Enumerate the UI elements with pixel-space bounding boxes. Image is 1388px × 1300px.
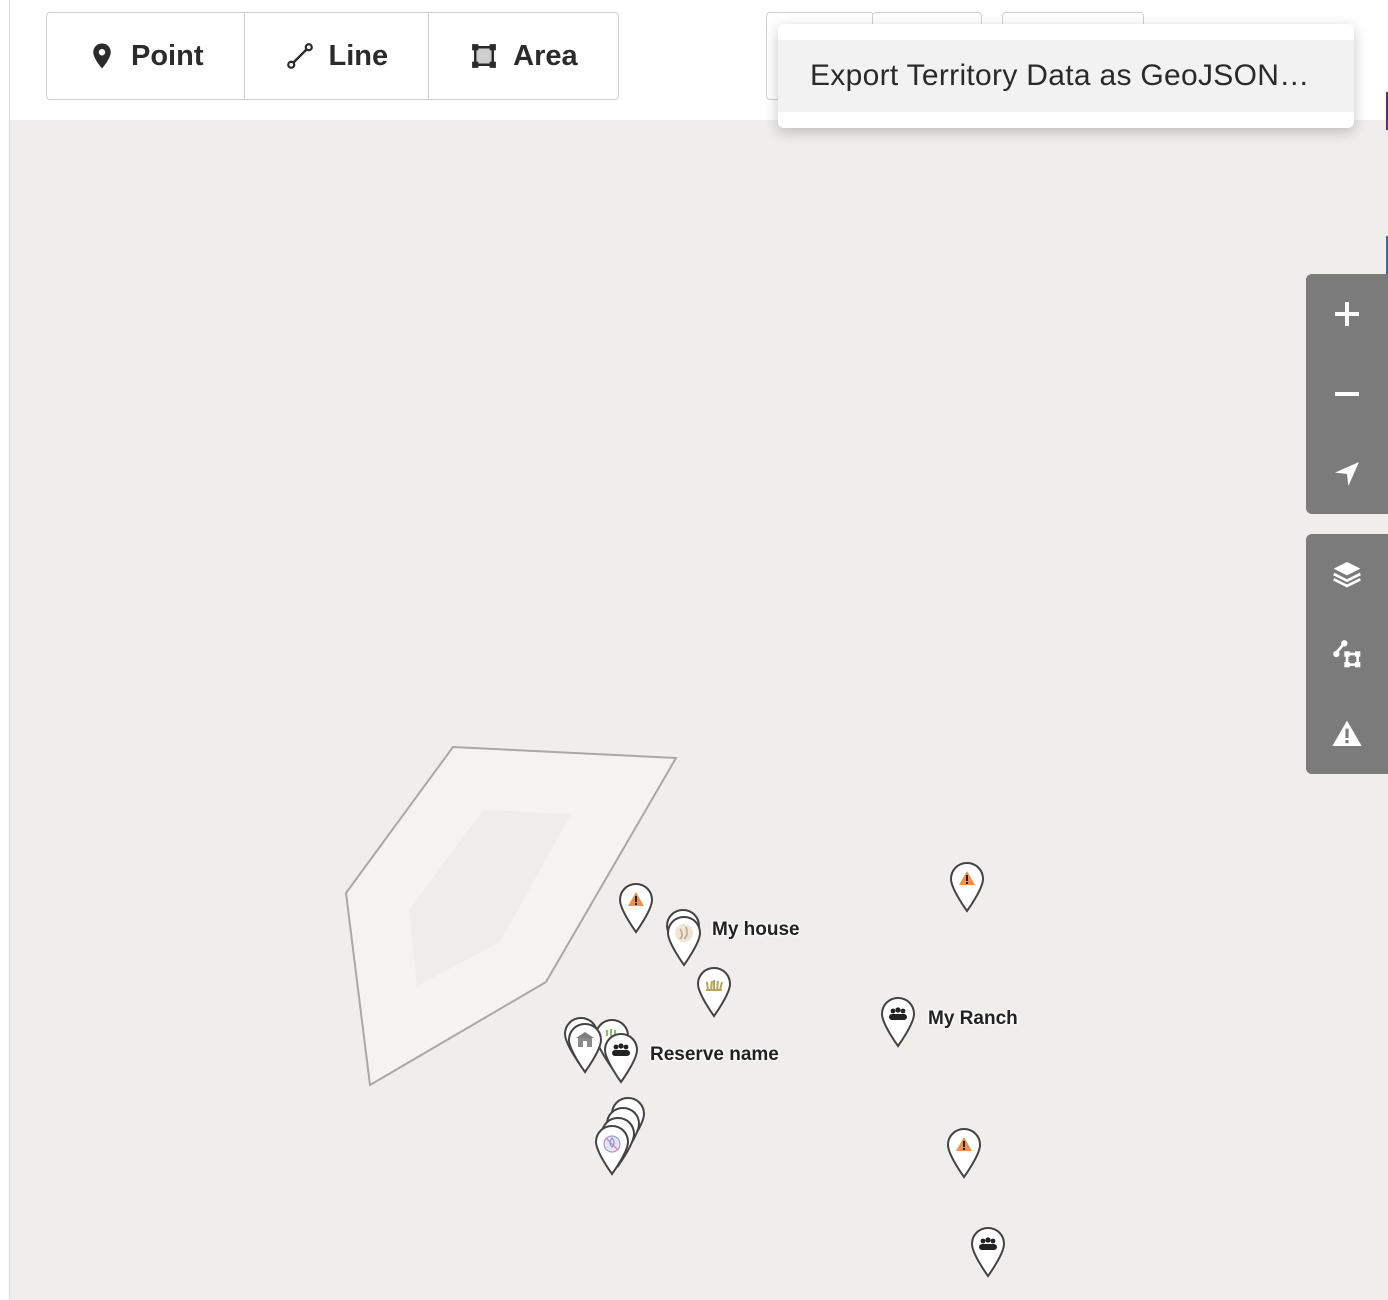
water-marker[interactable]: [593, 1124, 631, 1176]
draw-tool-icon: [1333, 640, 1361, 668]
zoom-out-icon: [1335, 392, 1359, 396]
alert-icon: [1332, 720, 1362, 746]
zoom-in-icon: [1335, 302, 1359, 326]
line-tool-label: Line: [328, 39, 389, 72]
hazard-marker[interactable]: [617, 882, 655, 934]
hazard-marker-3[interactable]: [945, 1127, 983, 1179]
marker-label-my-ranch: My Ranch: [928, 1008, 1018, 1029]
locate-icon: [1335, 462, 1359, 486]
locate-button[interactable]: [1306, 434, 1388, 514]
draw-tool-button[interactable]: [1306, 614, 1388, 694]
point-tool-button[interactable]: Point: [47, 13, 244, 99]
draw-tools-group: Point Line Area: [46, 12, 619, 100]
layers-button[interactable]: [1306, 534, 1388, 614]
marker-label-reserve-name: Reserve name: [650, 1044, 779, 1065]
map-tool-controls: [1306, 534, 1388, 774]
area-tool-button[interactable]: Area: [428, 13, 618, 99]
house-marker[interactable]: [665, 915, 703, 967]
zoom-in-button[interactable]: [1306, 274, 1388, 354]
area-tool-label: Area: [513, 39, 578, 72]
hazard-marker-2[interactable]: [948, 861, 986, 913]
map-navigation-controls: [1306, 274, 1388, 514]
map-canvas[interactable]: My house My Ranch Reserve name: [10, 120, 1388, 1300]
community-marker-ranch[interactable]: [879, 996, 917, 1048]
community-marker-reserve[interactable]: [602, 1032, 640, 1084]
map-pin-icon: [93, 43, 111, 69]
community-marker-3[interactable]: [969, 1226, 1007, 1278]
zoom-out-button[interactable]: [1306, 354, 1388, 434]
map-features: [344, 745, 678, 1087]
area-polygon-icon: [472, 44, 496, 68]
export-dropdown-menu: Export Territory Data as GeoJSON…: [778, 24, 1354, 128]
left-edge: [0, 0, 10, 1300]
export-geojson-menu-item[interactable]: Export Territory Data as GeoJSON…: [778, 40, 1354, 112]
line-tool-button[interactable]: Line: [243, 13, 429, 99]
layers-icon: [1333, 562, 1361, 588]
alert-button[interactable]: [1306, 694, 1388, 774]
plant-marker[interactable]: [695, 966, 733, 1018]
point-tool-label: Point: [131, 39, 204, 72]
building-marker[interactable]: [566, 1022, 604, 1074]
marker-label-my-house: My house: [712, 919, 800, 940]
line-icon: [286, 43, 313, 69]
